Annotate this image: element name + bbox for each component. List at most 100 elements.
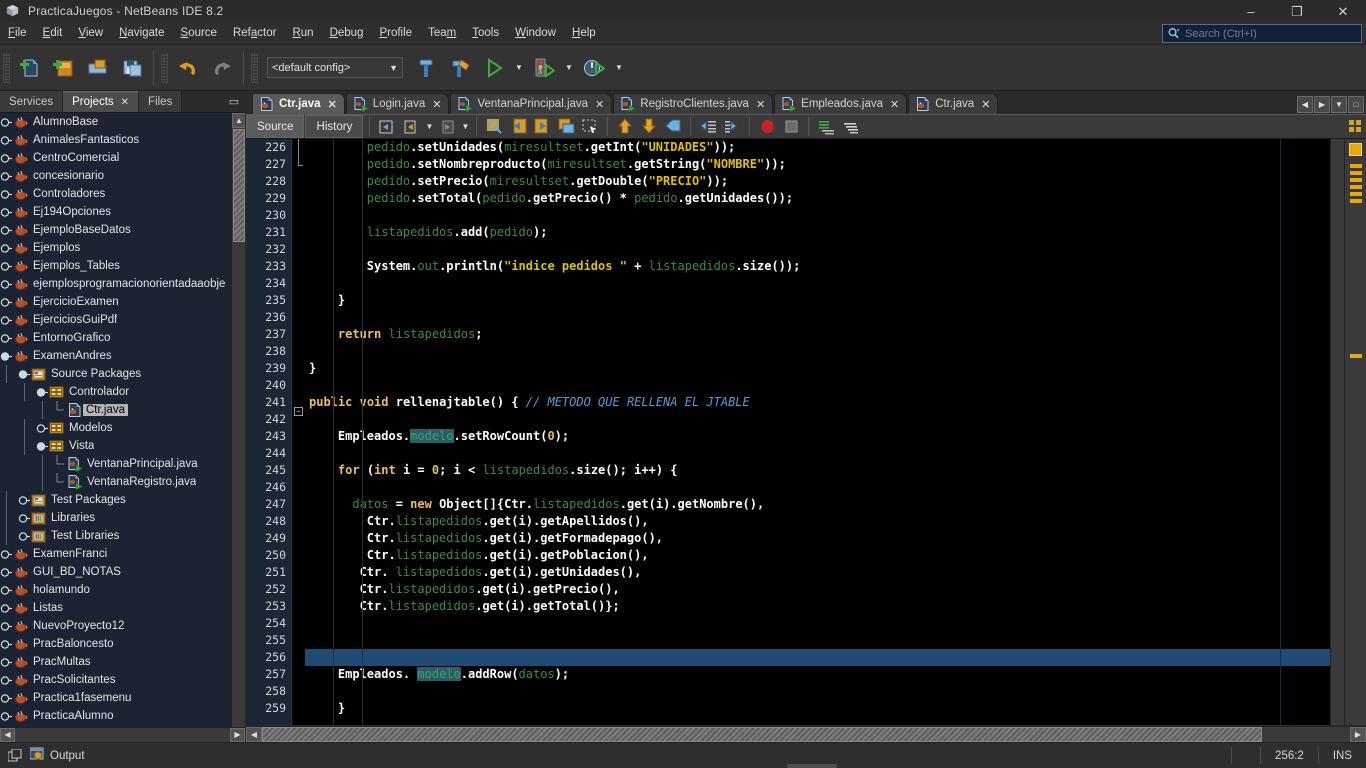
undo-button[interactable]	[171, 51, 205, 85]
tree-node-practica1fasemenu[interactable]: Practica1fasemenu	[0, 689, 231, 707]
code-line[interactable]: return listapedidos;	[305, 326, 1366, 343]
code-line[interactable]: listapedidos.add(pedido);	[305, 224, 1366, 241]
menu-tools[interactable]: Tools	[464, 24, 507, 43]
tree-node-pracsolicitantes[interactable]: PracSolicitantes	[0, 671, 231, 689]
editor-annotation-strip[interactable]	[1344, 139, 1366, 725]
next-error-button[interactable]	[637, 116, 661, 138]
editor-tab-ventanaprincipal-java[interactable]: VentanaPrincipal.java ✕	[450, 93, 613, 114]
fold-toggle-icon[interactable]: −	[294, 407, 303, 416]
code-line[interactable]: Empleados. modelo.addRow(datos);	[305, 666, 1366, 683]
code-line[interactable]: Ctr.listapedidos.get(i).getPoblacion(),	[305, 547, 1366, 564]
scroll-tabs-right-button[interactable]: ▶	[1314, 96, 1330, 113]
tree-node-ctr-java[interactable]: Ctr.java	[0, 401, 231, 419]
expand-toggle-icon[interactable]	[0, 545, 13, 563]
tree-vertical-scrollbar[interactable]: ▲ ▼	[231, 113, 245, 742]
menu-debug[interactable]: Debug	[322, 24, 372, 43]
tab-projects[interactable]: Projects ✕	[63, 91, 140, 112]
expand-toggle-icon[interactable]	[0, 239, 13, 257]
code-line[interactable]	[305, 207, 1366, 224]
toggle-rectangular-selection-button[interactable]	[578, 116, 602, 138]
expand-toggle-icon[interactable]	[0, 671, 13, 689]
expand-toggle-icon[interactable]	[0, 275, 13, 293]
tree-node-ejemplosprogramacionorientadaaobje[interactable]: ejemplosprogramacionorientadaaobje	[0, 275, 231, 293]
expand-toggle-icon[interactable]	[0, 617, 13, 635]
scroll-right-button[interactable]: ▶	[230, 728, 245, 742]
previous-bookmark-button[interactable]	[506, 116, 530, 138]
code-line[interactable]: Ctr.listapedidos.get(i).getApellidos(),	[305, 513, 1366, 530]
profile-dropdown-button[interactable]: ▼	[611, 51, 627, 85]
collapse-toggle-icon[interactable]	[36, 383, 49, 401]
editor-tab-ctr-java[interactable]: Ctr.java ✕	[908, 93, 999, 114]
code-line[interactable]: pedido.setTotal(pedido.getPrecio() * ped…	[305, 190, 1366, 207]
collapse-toggle-icon[interactable]	[0, 347, 13, 365]
tree-node-ejerciciosguipdf[interactable]: EjerciciosGuiPdf	[0, 311, 231, 329]
code-line[interactable]	[305, 377, 1366, 394]
code-line[interactable]: Ctr.listapedidos.get(i).getPrecio(),	[305, 581, 1366, 598]
menu-profile[interactable]: Profile	[371, 24, 420, 43]
expand-toggle-icon[interactable]	[0, 149, 13, 167]
tree-node-ventanaprincipal-java[interactable]: VentanaPrincipal.java	[0, 455, 231, 473]
editor-tab-login-java[interactable]: Login.java ✕	[345, 93, 450, 114]
source-view-button[interactable]: Source	[246, 115, 305, 138]
expand-toggle-icon[interactable]	[0, 257, 13, 275]
code-line[interactable]: Ctr.listapedidos.get(i).getTotal()};	[305, 598, 1366, 615]
back-dropdown[interactable]: ▼	[423, 116, 435, 138]
tree-node-ejemplobasedatos[interactable]: EjemploBaseDatos	[0, 221, 231, 239]
editor-tab-registroclientes-java[interactable]: RegistroClientes.java ✕	[613, 93, 774, 114]
code-folding-column[interactable]: −	[291, 139, 305, 725]
expand-toggle-icon[interactable]	[0, 131, 13, 149]
project-config-select[interactable]: <default config> ▼	[267, 57, 403, 78]
tab-list-button[interactable]: ▼	[1331, 96, 1347, 113]
tree-node-gui-bd-notas[interactable]: GUI_BD_NOTAS	[0, 563, 231, 581]
menu-source[interactable]: Source	[173, 24, 225, 43]
expand-toggle-icon[interactable]	[0, 707, 13, 725]
tree-node-test-packages[interactable]: Test Packages	[0, 491, 231, 509]
editor-horizontal-scrollbar[interactable]: ◀ ▶	[246, 726, 1366, 742]
menu-refactor[interactable]: Refactor	[225, 24, 284, 43]
search-box[interactable]: Search (Ctrl+I)	[1162, 24, 1362, 43]
code-line[interactable]: public void rellenajtable() { // METODO …	[305, 394, 1366, 411]
expand-toggle-icon[interactable]	[18, 491, 31, 509]
debug-project-button[interactable]: 3	[527, 51, 561, 85]
toolbar-grip[interactable]	[3, 52, 10, 83]
code-line[interactable]: pedido.setUnidades(miresultset.getInt("U…	[305, 139, 1366, 156]
close-icon[interactable]: ✕	[432, 98, 441, 111]
code-line[interactable]: }	[305, 292, 1366, 309]
tree-node-centrocomercial[interactable]: CentroComercial	[0, 149, 231, 167]
code-line[interactable]	[305, 309, 1366, 326]
menu-help[interactable]: Help	[564, 24, 604, 43]
tree-node-modelos[interactable]: Modelos	[0, 419, 231, 437]
window-tile-icon[interactable]	[8, 749, 22, 762]
minimize-window-icon[interactable]: ▭	[223, 91, 245, 112]
maximize-button[interactable]: ❐	[1274, 0, 1320, 22]
tree-node-animalesfantasticos[interactable]: AnimalesFantasticos	[0, 131, 231, 149]
output-window-button[interactable]: Output	[29, 747, 85, 764]
previous-error-button[interactable]	[613, 116, 637, 138]
minimize-button[interactable]: –	[1228, 0, 1274, 22]
tree-node-nuevoproyecto12[interactable]: NuevoProyecto12	[0, 617, 231, 635]
code-line[interactable]	[305, 479, 1366, 496]
tree-node-ejemplos-tables[interactable]: Ejemplos_Tables	[0, 257, 231, 275]
code-line[interactable]	[305, 632, 1366, 649]
scroll-thumb[interactable]	[233, 129, 245, 242]
scroll-up-button[interactable]: ▲	[232, 113, 245, 128]
tree-node-pracmultas[interactable]: PracMultas	[0, 653, 231, 671]
toolbar-grip-2[interactable]	[161, 52, 168, 83]
menu-window[interactable]: Window	[507, 24, 564, 43]
code-line[interactable]	[305, 615, 1366, 632]
redo-button[interactable]	[205, 51, 239, 85]
new-project-button[interactable]	[47, 51, 81, 85]
expand-toggle-icon[interactable]	[0, 599, 13, 617]
close-icon[interactable]: ✕	[121, 97, 129, 108]
code-line[interactable]: pedido.setPrecio(miresultset.getDouble("…	[305, 173, 1366, 190]
tree-node-examenandres[interactable]: ExamenAndres	[0, 347, 231, 365]
tree-node-practicaalumno[interactable]: PracticaAlumno	[0, 707, 231, 725]
profile-project-button[interactable]	[577, 51, 611, 85]
code-line[interactable]	[305, 241, 1366, 258]
scroll-tabs-left-button[interactable]: ◀	[1297, 96, 1313, 113]
scroll-left-button[interactable]: ◀	[0, 728, 15, 742]
toggle-bookmark-button[interactable]	[554, 116, 578, 138]
editor-tab-ctr-java[interactable]: Ctr.java ✕	[252, 93, 345, 114]
tree-node-source-packages[interactable]: Source Packages	[0, 365, 231, 383]
menu-edit[interactable]: Edit	[35, 24, 71, 43]
